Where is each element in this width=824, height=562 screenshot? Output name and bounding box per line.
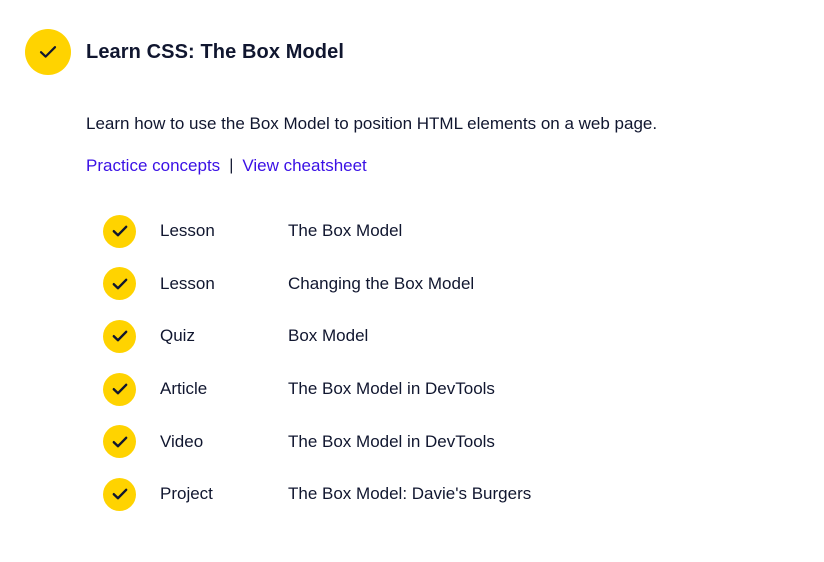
item-title: The Box Model bbox=[288, 221, 403, 241]
completed-check-icon bbox=[103, 477, 136, 511]
item-type: Lesson bbox=[160, 273, 215, 293]
completed-check-icon bbox=[103, 319, 136, 353]
item-title: Changing the Box Model bbox=[288, 273, 475, 293]
module-item[interactable]: Lesson Changing the Box Model bbox=[103, 258, 531, 311]
item-type: Project bbox=[160, 484, 213, 504]
module-links: Practice concepts | View cheatsheet bbox=[86, 156, 367, 176]
practice-concepts-link[interactable]: Practice concepts bbox=[86, 156, 220, 176]
module-item-list: Lesson The Box Model Lesson Changing the… bbox=[103, 205, 531, 521]
completed-check-icon bbox=[103, 425, 136, 459]
item-title: The Box Model: Davie's Burgers bbox=[288, 484, 532, 504]
item-type: Lesson bbox=[160, 221, 215, 241]
module-item[interactable]: Article The Box Model in DevTools bbox=[103, 363, 531, 416]
item-title: Box Model bbox=[288, 326, 369, 346]
item-title: The Box Model in DevTools bbox=[288, 379, 495, 399]
item-type: Quiz bbox=[160, 326, 195, 346]
completed-check-icon bbox=[103, 267, 136, 301]
item-type: Video bbox=[160, 431, 204, 451]
module-item[interactable]: Video The Box Model in DevTools bbox=[103, 415, 531, 468]
completed-check-icon bbox=[103, 372, 136, 406]
module-title: Learn CSS: The Box Model bbox=[86, 40, 344, 63]
link-separator: | bbox=[229, 157, 234, 174]
item-type: Article bbox=[160, 379, 208, 399]
module-description: Learn how to use the Box Model to positi… bbox=[86, 114, 658, 133]
module-header: Learn CSS: The Box Model bbox=[25, 29, 344, 75]
module-item[interactable]: Project The Box Model: Davie's Burgers bbox=[103, 468, 531, 521]
completed-check-icon bbox=[103, 214, 136, 248]
module-item[interactable]: Quiz Box Model bbox=[103, 310, 531, 363]
module-item[interactable]: Lesson The Box Model bbox=[103, 205, 531, 258]
view-cheatsheet-link[interactable]: View cheatsheet bbox=[242, 156, 366, 176]
module-complete-check-icon bbox=[25, 29, 71, 75]
module-card: Learn CSS: The Box Model Learn how to us… bbox=[0, 0, 824, 562]
item-title: The Box Model in DevTools bbox=[288, 431, 495, 451]
